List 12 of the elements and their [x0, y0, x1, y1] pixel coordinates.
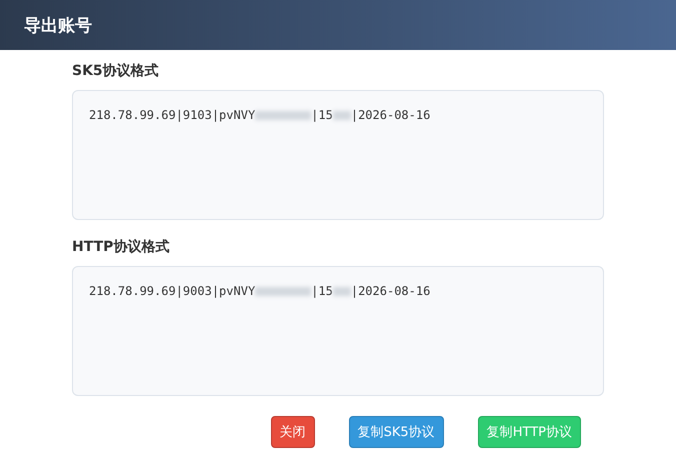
- dialog-title: 导出账号: [24, 14, 92, 36]
- text-area[interactable]: 218.78.99.69|9103|pvNVY |15 |2026-08-16: [72, 90, 604, 220]
- redacted-blur: [255, 287, 312, 296]
- field-label: HTTP协议格式: [72, 238, 170, 256]
- field-label: SK5协议格式: [72, 62, 160, 80]
- redacted-blur: [332, 111, 351, 120]
- redacted-blur: [332, 287, 351, 296]
- action-button[interactable]: 关闭: [270, 416, 315, 448]
- redacted-blur: [255, 111, 312, 120]
- text-area[interactable]: 218.78.99.69|9003|pvNVY |15 |2026-08-16: [72, 266, 604, 396]
- action-button[interactable]: 复制HTTP协议: [478, 416, 581, 448]
- action-button[interactable]: 复制SK5协议: [348, 416, 444, 448]
